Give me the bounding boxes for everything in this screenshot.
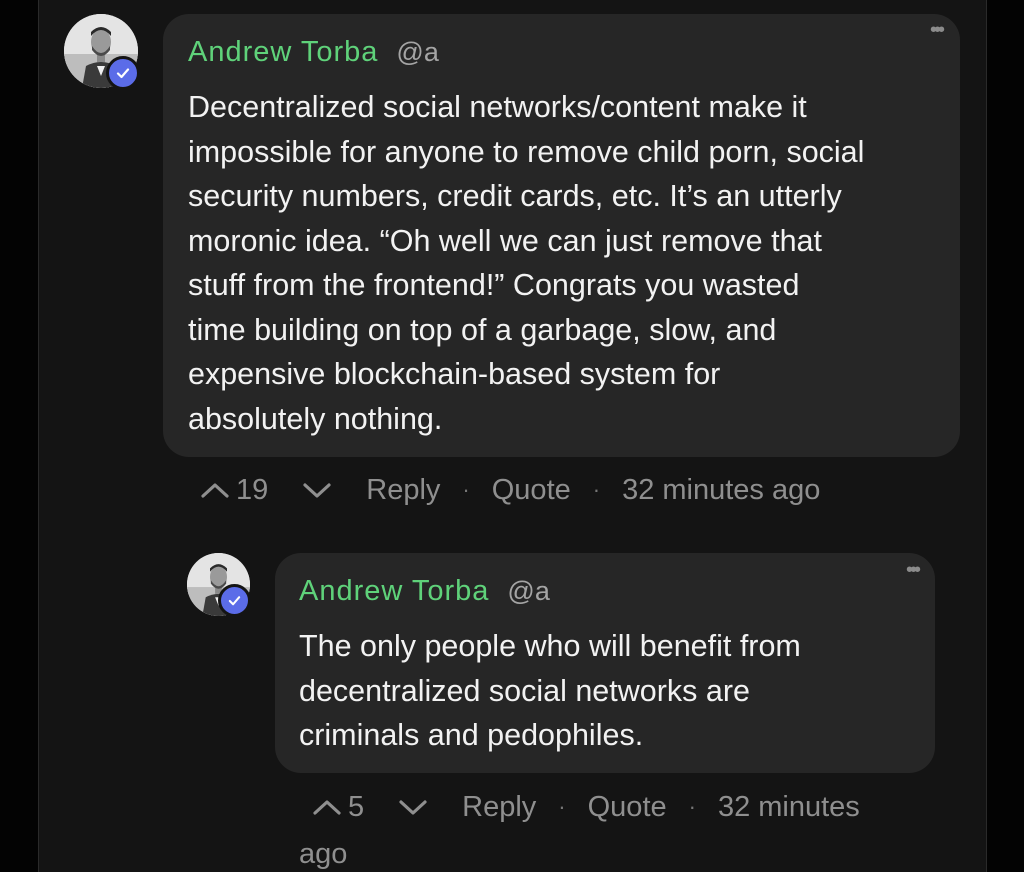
comment-actions: 5 Reply · Quote · 32 minutes <box>312 785 952 829</box>
comment-body: The only people who will benefit from de… <box>299 624 935 758</box>
avatar[interactable] <box>64 14 140 90</box>
comment-text-line: decentralized social networks are <box>299 673 750 708</box>
checkmark-icon <box>228 596 241 606</box>
more-dots-icon: ••• <box>930 19 945 41</box>
comment-text-line: impossible for anyone to remove child po… <box>188 134 865 169</box>
comment-text-line: time building on top of a garbage, slow,… <box>188 312 777 347</box>
vote-count: 19 <box>236 474 269 506</box>
upvote-button[interactable]: 5 <box>312 785 364 829</box>
comment-header: Andrew Torba @a <box>299 575 935 611</box>
reply-button[interactable]: Reply <box>462 785 536 829</box>
separator: · <box>592 477 601 502</box>
separator: · <box>688 794 696 819</box>
timestamp-wrap: ago <box>299 832 347 872</box>
left-gutter <box>0 0 39 872</box>
quote-button[interactable]: Quote <box>588 785 667 829</box>
verified-badge <box>106 56 140 90</box>
chevron-down-icon <box>303 483 331 498</box>
chevron-up-icon <box>313 800 341 815</box>
author-handle[interactable]: @a <box>507 576 549 607</box>
comment-text-line: stuff from the frontend!” Congrats you w… <box>188 268 800 302</box>
comment-text-line: moronic idea. “Oh well we can just remov… <box>188 223 822 258</box>
more-options-button[interactable]: ••• <box>906 559 921 581</box>
more-dots-icon: ••• <box>906 559 921 581</box>
comment-text-line: absolutely nothing. <box>188 401 443 436</box>
comment-bubble: Andrew Torba @a Decentralized social net… <box>163 14 960 457</box>
author-name[interactable]: Andrew Torba <box>299 575 489 608</box>
reply-button[interactable]: Reply <box>366 468 440 512</box>
comment-text-line: criminals and pedophiles. <box>299 718 644 752</box>
quote-button[interactable]: Quote <box>492 468 571 512</box>
comment-body: Decentralized social networks/content ma… <box>188 85 960 441</box>
comment-header: Andrew Torba @a <box>188 36 960 72</box>
right-gutter <box>986 0 1024 872</box>
downvote-button[interactable] <box>398 798 428 816</box>
page: Andrew Torba @a Decentralized social net… <box>0 0 1024 872</box>
comment-text-line: expensive blockchain-based system for <box>188 357 721 391</box>
vote-count: 5 <box>348 791 365 823</box>
comment-actions: 19 Reply · Quote · 32 minutes ago <box>200 468 820 512</box>
chevron-down-icon <box>399 800 427 815</box>
comment-text-line: Decentralized social networks/content ma… <box>188 90 807 124</box>
separator: · <box>462 477 470 502</box>
comment-bubble: Andrew Torba @a The only people who will… <box>275 553 935 773</box>
comment-text-line: The only people who will benefit from <box>299 629 801 663</box>
avatar[interactable] <box>187 553 251 617</box>
author-handle[interactable]: @a <box>396 37 438 68</box>
chevron-up-icon <box>201 483 229 498</box>
checkmark-icon <box>116 68 130 79</box>
separator: · <box>558 794 566 819</box>
more-options-button[interactable]: ••• <box>930 19 945 41</box>
timestamp-continuation[interactable]: ago <box>299 832 347 872</box>
verified-badge <box>218 584 251 617</box>
downvote-button[interactable] <box>302 481 332 499</box>
comment-text-line: security numbers, credit cards, etc. It’… <box>188 179 842 213</box>
timestamp[interactable]: 32 minutes ago <box>622 468 820 512</box>
timestamp[interactable]: 32 minutes <box>718 785 860 829</box>
author-name[interactable]: Andrew Torba <box>188 36 378 69</box>
upvote-button[interactable]: 19 <box>200 468 268 512</box>
